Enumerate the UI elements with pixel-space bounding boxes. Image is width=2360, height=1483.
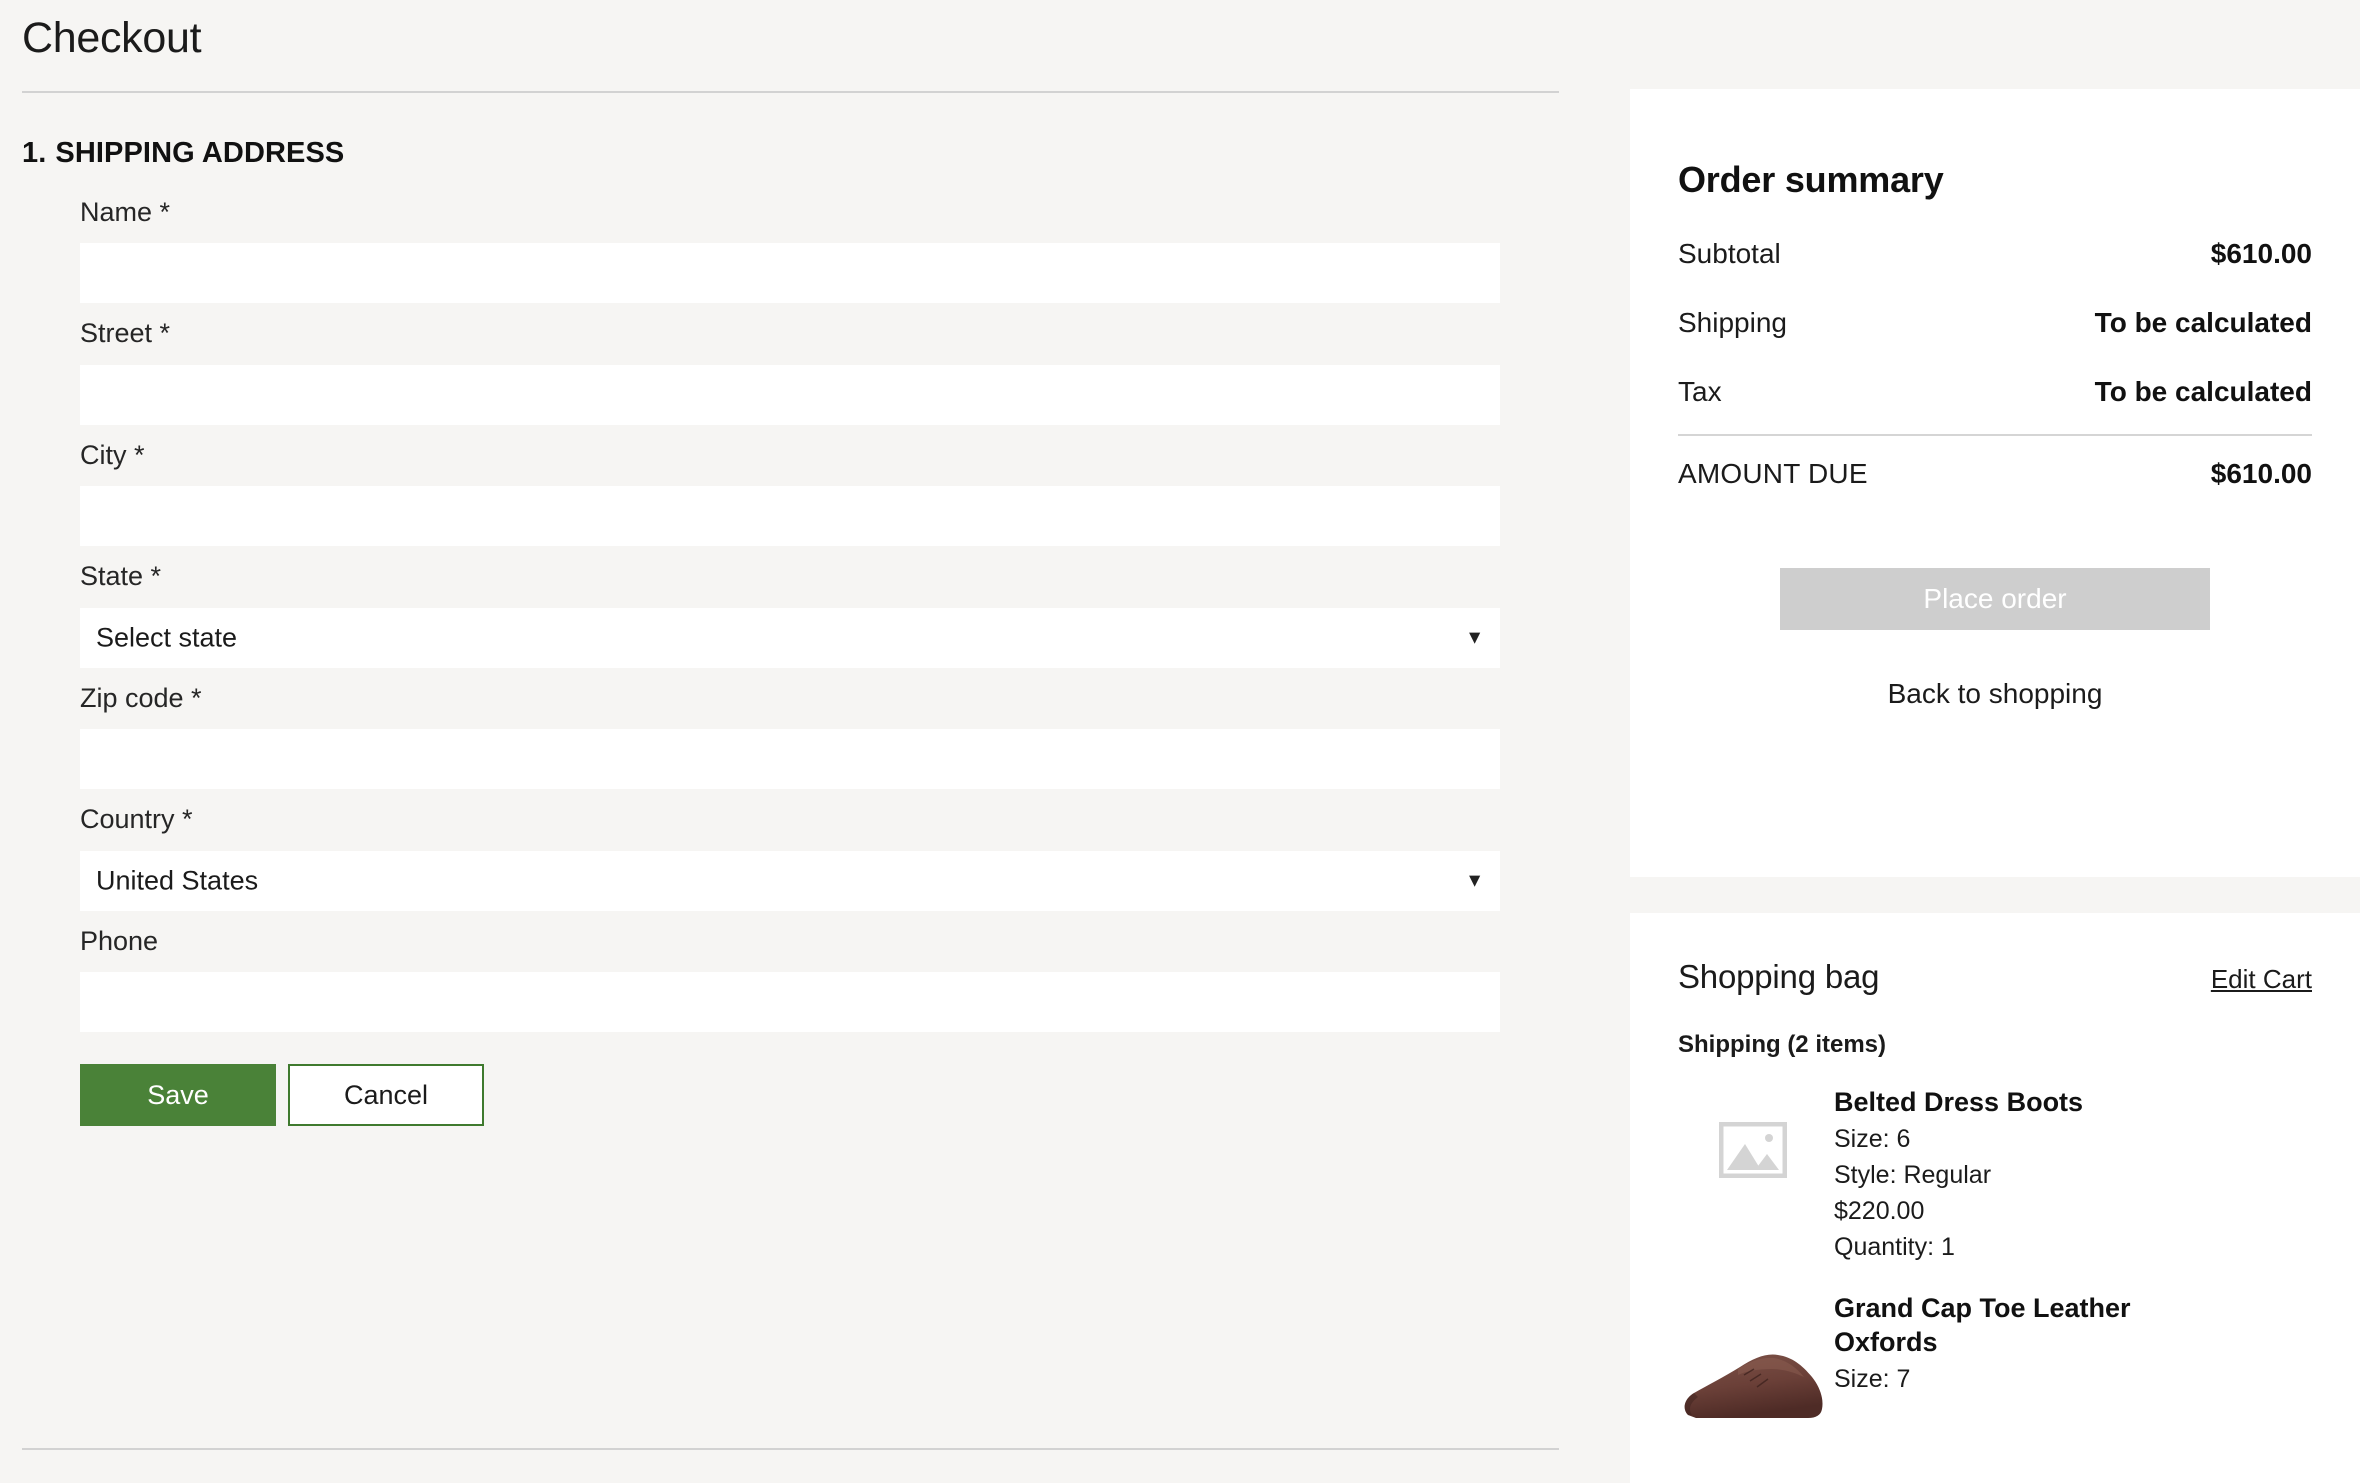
order-summary-title: Order summary [1678, 159, 1944, 200]
label-city: City * [80, 439, 145, 470]
item-size: Size: 7 [1834, 1364, 1911, 1393]
country-select-value: United States [96, 865, 259, 896]
checkout-sidebar: Order summary Subtotal $610.00 Shipping … [1630, 0, 2360, 1483]
label-state: State * [80, 561, 162, 592]
item-price: $220.00 [1834, 1197, 1925, 1226]
field-country: Country * United States ▼ [80, 799, 1560, 911]
name-input[interactable] [80, 243, 1500, 304]
back-to-shopping-link[interactable]: Back to shopping [1678, 678, 2312, 710]
form-actions: Save Cancel [80, 1064, 1560, 1127]
shipping-label: Shipping [1678, 307, 1787, 338]
shipping-address-heading: 1. SHIPPING ADDRESS [22, 137, 1560, 170]
item-thumbnail [1678, 1085, 1828, 1215]
checkout-main-column: Checkout 1. SHIPPING ADDRESS Name * Stree… [0, 0, 1560, 1483]
state-select[interactable]: Select state ▼ [80, 607, 1500, 668]
subtotal-label: Subtotal [1678, 238, 1781, 269]
city-input[interactable] [80, 486, 1500, 547]
field-name: Name * [80, 192, 1560, 304]
page-title: Checkout [22, 14, 202, 62]
item-thumbnail [1678, 1291, 1828, 1421]
summary-row-subtotal: Subtotal $610.00 [1678, 238, 2312, 270]
section-bottom-divider [22, 1448, 1559, 1450]
list-item[interactable]: Grand Cap Toe Leather Oxfords Size: 7 [1678, 1291, 2312, 1421]
shopping-bag-card: Shopping bag Edit Cart Shipping (2 items… [1630, 913, 2360, 1483]
item-name: Belted Dress Boots [1834, 1087, 2084, 1117]
phone-input[interactable] [80, 972, 1500, 1033]
subtotal-value: $610.00 [2210, 238, 2312, 269]
item-name: Grand Cap Toe Leather Oxfords [1834, 1292, 2131, 1358]
item-quantity: Quantity: 1 [1834, 1233, 1955, 1262]
zip-code-input[interactable] [80, 729, 1500, 790]
shipping-group-label: Shipping (2 items) [1678, 1031, 1887, 1058]
state-select-value: Select state [96, 622, 238, 653]
shopping-bag-header: Shopping bag Edit Cart [1678, 913, 2312, 996]
label-zip-code: Zip code * [80, 682, 202, 713]
tax-label: Tax [1678, 376, 1722, 407]
field-zip-code: Zip code * [80, 678, 1560, 790]
chevron-down-icon: ▼ [1465, 870, 1484, 892]
shoe-product-image [1684, 1354, 1823, 1418]
item-style: Style: Regular [1834, 1160, 1992, 1189]
order-summary-card: Order summary Subtotal $610.00 Shipping … [1630, 89, 2360, 877]
image-placeholder-icon [1719, 1122, 1787, 1178]
label-phone: Phone [80, 925, 159, 956]
summary-row-shipping: Shipping To be calculated [1678, 307, 2312, 339]
shipping-value: To be calculated [2094, 307, 2312, 338]
place-order-button[interactable]: Place order [1780, 568, 2210, 630]
summary-row-amount-due: AMOUNT DUE $610.00 [1678, 458, 2312, 490]
label-name: Name * [80, 196, 171, 227]
section-heading-text: SHIPPING ADDRESS [55, 136, 345, 169]
item-details: Grand Cap Toe Leather Oxfords Size: 7 [1828, 1291, 2234, 1421]
save-button[interactable]: Save [80, 1064, 276, 1127]
amount-due-label: AMOUNT DUE [1678, 458, 1868, 489]
field-city: City * [80, 435, 1560, 547]
cancel-button[interactable]: Cancel [288, 1064, 484, 1127]
amount-due-value: $610.00 [2210, 458, 2312, 489]
item-size: Size: 6 [1834, 1124, 1911, 1153]
label-street: Street * [80, 318, 171, 349]
summary-divider [1678, 434, 2312, 436]
edit-cart-link[interactable]: Edit Cart [2211, 964, 2312, 995]
field-street: Street * [80, 313, 1560, 425]
tax-value: To be calculated [2094, 376, 2312, 407]
street-input[interactable] [80, 364, 1500, 425]
title-divider [22, 90, 1559, 93]
item-details: Belted Dress Boots Size: 6 Style: Regula… [1828, 1085, 2083, 1265]
list-item[interactable]: Belted Dress Boots Size: 6 Style: Regula… [1678, 1085, 2312, 1265]
summary-row-tax: Tax To be calculated [1678, 376, 2312, 408]
shipping-address-form: Name * Street * City * State * Select st… [80, 192, 1560, 1127]
field-phone: Phone [80, 921, 1560, 1033]
shopping-bag-title: Shopping bag [1678, 958, 1880, 995]
section-number: 1. [22, 136, 47, 169]
chevron-down-icon: ▼ [1465, 627, 1484, 649]
label-country: Country * [80, 804, 193, 835]
checkout-page: Checkout 1. SHIPPING ADDRESS Name * Stree… [0, 0, 2360, 1483]
country-select[interactable]: United States ▼ [80, 850, 1500, 911]
field-state: State * Select state ▼ [80, 556, 1560, 668]
